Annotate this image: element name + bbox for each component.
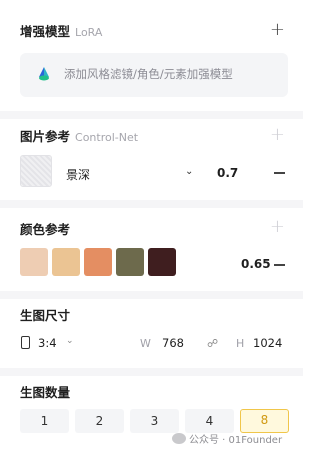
lora-drop-icon [39, 67, 49, 81]
color-swatch[interactable] [20, 248, 48, 276]
divider [0, 368, 303, 376]
count-option-1[interactable]: 1 [20, 409, 69, 433]
control-net-title: 图片参考 Control-Net [20, 126, 138, 145]
lora-title-text: 增强模型 [20, 24, 71, 39]
control-net-mode: 景深 [66, 168, 91, 182]
lora-subtitle: LoRA [75, 26, 103, 39]
count-option-8[interactable]: 8 [240, 409, 289, 433]
link-icon[interactable]: ☍ [207, 337, 218, 350]
wechat-icon [172, 433, 186, 444]
reference-image-thumbnail[interactable] [20, 155, 52, 187]
color-swatch[interactable] [52, 248, 80, 276]
count-title: 生图数量 [20, 385, 71, 400]
chevron-down-icon[interactable]: ⌄ [66, 336, 74, 346]
add-lora-button[interactable]: 添加风格滤镜/角色/元素加强模型 [20, 53, 288, 97]
remove-color-icon[interactable] [274, 264, 285, 266]
aspect-ratio-icon [21, 336, 30, 349]
control-net-weight[interactable]: 0.7 [217, 166, 238, 180]
chevron-down-icon[interactable]: ⌄ [185, 166, 193, 177]
count-option-2[interactable]: 2 [75, 409, 124, 433]
count-option-3[interactable]: 3 [130, 409, 179, 433]
control-net-title-text: 图片参考 [20, 129, 71, 144]
divider [0, 291, 303, 299]
width-label: W [140, 337, 151, 350]
color-ref-title: 颜色参考 [20, 222, 71, 237]
lora-title: 增强模型 LoRA [20, 21, 102, 40]
divider [0, 200, 303, 208]
remove-control-net-icon[interactable] [274, 172, 285, 174]
height-label: H [236, 337, 245, 350]
size-title: 生图尺寸 [20, 308, 71, 323]
color-swatch[interactable] [84, 248, 112, 276]
color-weight[interactable]: 0.65 [241, 257, 271, 271]
watermark-text: 公众号 · 01Founder [189, 435, 283, 446]
height-input[interactable]: 1024 [253, 336, 282, 350]
add-color-icon[interactable]: + [270, 218, 285, 236]
lora-placeholder: 添加风格滤镜/角色/元素加强模型 [64, 67, 233, 81]
watermark: 公众号 · 01Founder [172, 431, 282, 446]
add-control-net-icon[interactable]: + [270, 126, 285, 144]
color-swatch[interactable] [148, 248, 176, 276]
control-net-subtitle: Control-Net [75, 131, 139, 144]
width-input[interactable]: 768 [162, 336, 184, 350]
divider [0, 111, 303, 119]
aspect-ratio-select[interactable]: 3:4 [38, 336, 57, 350]
count-option-4[interactable]: 4 [185, 409, 234, 433]
add-lora-icon[interactable]: + [270, 21, 285, 39]
color-swatch[interactable] [116, 248, 144, 276]
